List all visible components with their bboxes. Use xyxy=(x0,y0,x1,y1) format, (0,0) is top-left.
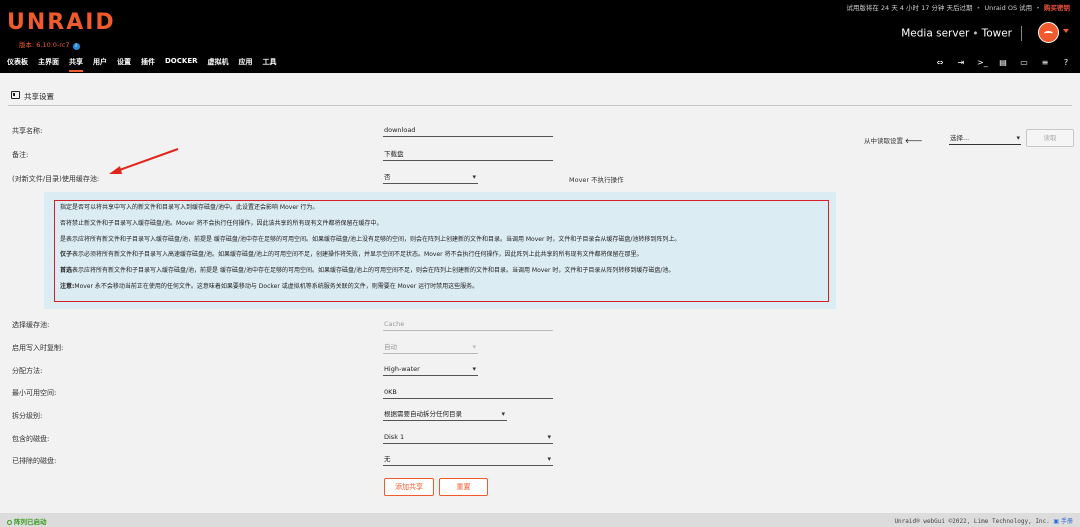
help-bold: 首选 xyxy=(60,267,73,275)
exclude-select[interactable]: 无 xyxy=(383,454,553,466)
help-bold: 仅子 xyxy=(60,251,73,259)
help-paragraph: 指定是否可以将共享中写入的新文件和目录写入到缓存磁盘/池中。此设置还会影响 Mo… xyxy=(60,204,319,211)
min-free-input[interactable]: 0KB xyxy=(383,387,553,399)
version-text: 版本: 6.10.0-rc7 xyxy=(19,41,70,49)
chevron-down-icon[interactable] xyxy=(1063,29,1069,33)
help-paragraph: 是表示应将所有新文件和子目录写入缓存磁盘/池，前提是 缓存磁盘/池中存在足够的可… xyxy=(60,235,681,243)
monitor-icon[interactable]: ▭ xyxy=(1019,58,1029,67)
nav-item-shares[interactable]: 共享 xyxy=(69,57,83,72)
list-icon[interactable]: ≡ xyxy=(1040,58,1050,67)
header: 试用版将在 24 天 4 小时 17 分钟 天后过期 • Unraid OS 试用 •… xyxy=(0,0,1080,73)
info-icon[interactable]: i xyxy=(72,43,80,50)
array-status: 阵列已启动 xyxy=(7,516,47,526)
copyright-text: Unraid® webGui ©2022, Lime Technology, I… xyxy=(894,518,1050,525)
select-cache-label: 选择缓存池: xyxy=(12,321,50,329)
help-text: Mover 永不会移动当前正在使用的任何文件。这意味着如果要移动与 Docker… xyxy=(74,282,479,290)
exclude-label: 已排除的磁盘: xyxy=(12,457,57,465)
select-cache-field: Cache xyxy=(383,319,553,331)
split-label: 拆分级别: xyxy=(12,412,43,420)
use-cache-hint: Mover 不执行操作 xyxy=(569,176,624,184)
copyright: Unraid® webGui ©2022, Lime Technology, I… xyxy=(894,516,1073,525)
cow-label: 启用写入时复制: xyxy=(12,344,64,352)
reset-button[interactable]: 重置 xyxy=(439,478,488,496)
annotation-arrow-icon xyxy=(109,148,179,174)
terminal-icon[interactable]: >_ xyxy=(977,58,988,67)
share-name-input[interactable]: download xyxy=(383,125,553,137)
nav-item-users[interactable]: 用户 xyxy=(93,57,107,72)
server-info: Media server • Tower xyxy=(901,26,1022,41)
help-bold: 注意: xyxy=(60,282,75,290)
include-select[interactable]: Disk 1 xyxy=(383,432,553,444)
trial-text: 试用版将在 24 天 4 小时 17 分钟 天后过期 xyxy=(846,4,973,12)
manual-text[interactable]: 手册 xyxy=(1061,518,1073,525)
read-settings-label: 从中读取设置 🡐 xyxy=(864,135,922,145)
server-name: Tower xyxy=(981,27,1012,40)
help-paragraph: 注意:Mover 永不会移动当前正在使用的任何文件。这意味着如果要移动与 Doc… xyxy=(60,283,823,291)
share-settings-icon xyxy=(11,91,20,99)
use-cache-label: (对新文件/目录)使用缓存池: xyxy=(12,175,100,183)
use-cache-select[interactable]: 否 xyxy=(383,172,478,184)
add-share-button[interactable]: 添加共享 xyxy=(384,478,434,496)
user-avatar[interactable] xyxy=(1038,22,1059,43)
status-circle-icon xyxy=(7,519,12,525)
main-nav: 仪表板 主界面 共享 用户 设置 插件 DOCKER 虚拟机 应用 工具 xyxy=(7,57,287,72)
help-icon[interactable]: ? xyxy=(1061,58,1071,67)
page-title: 共享设置 xyxy=(24,92,54,101)
nav-item-apps[interactable]: 应用 xyxy=(239,57,253,72)
read-settings-text: 从中读取设置 xyxy=(864,137,903,145)
terminal-split-icon[interactable]: ⇔ xyxy=(935,58,945,67)
nav-item-main[interactable]: 主界面 xyxy=(38,57,59,72)
comment-label: 备注: xyxy=(12,151,29,159)
panel-header: 共享设置 xyxy=(0,85,1080,107)
help-paragraph: 仅子表示必须将所有新文件和子目录写入高速缓存磁盘/池。如果缓存磁盘/池上的可用空… xyxy=(60,251,823,259)
os-text: Unraid OS 试用 xyxy=(984,4,1033,12)
alloc-label: 分配方法: xyxy=(12,367,43,375)
alloc-select[interactable]: High-water xyxy=(383,364,478,376)
help-paragraph: 首选表示应将所有新文件和子目录写入缓存磁盘/池，前提是 缓存磁盘/池中存在足够的… xyxy=(60,267,823,275)
nav-item-plugins[interactable]: 插件 xyxy=(141,57,155,72)
version-label: 版本: 6.10.0-rc7 i xyxy=(19,39,80,50)
help-text: 表示应将所有新文件和子目录写入缓存磁盘/池，前提是 缓存磁盘/池中存在足够的可用… xyxy=(72,267,675,275)
nav-item-dashboard[interactable]: 仪表板 xyxy=(7,57,28,72)
include-label: 包含的磁盘: xyxy=(12,435,50,443)
manual-link[interactable]: ▣ 手册 xyxy=(1053,518,1073,525)
buy-key-link[interactable]: 购买密钥 xyxy=(1044,4,1070,12)
help-text-box: 指定是否可以将共享中写入的新文件和目录写入到缓存磁盘/池中。此设置还会影响 Mo… xyxy=(54,200,829,302)
read-button[interactable]: 读取 xyxy=(1026,129,1074,147)
log-icon[interactable]: ▤ xyxy=(998,58,1008,67)
logout-icon[interactable]: ⇥ xyxy=(956,58,966,67)
nav-item-vms[interactable]: 虚拟机 xyxy=(208,57,229,72)
split-select[interactable]: 根据需要自动拆分任何目录 xyxy=(383,409,507,421)
nav-item-tools[interactable]: 工具 xyxy=(263,57,277,72)
divider xyxy=(8,105,1072,106)
unraid-logo[interactable]: UNRAID xyxy=(7,10,116,35)
footer: 阵列已启动 Unraid® webGui ©2022, Lime Technol… xyxy=(0,513,1080,527)
arrow-left-icon: 🡐 xyxy=(905,137,923,145)
min-free-label: 最小可用空间: xyxy=(12,389,57,397)
cow-select: 自动 xyxy=(383,342,478,354)
nav-item-settings[interactable]: 设置 xyxy=(117,57,131,72)
nav-item-docker[interactable]: DOCKER xyxy=(165,57,198,72)
help-paragraph: 否将禁止新文件和子目录写入缓存磁盘/池。Mover 将不会执行任何操作，因此该共… xyxy=(60,219,383,227)
server-description: Media server xyxy=(901,27,970,40)
help-text: 表示必须将所有新文件和子目录写入高速缓存磁盘/池。如果缓存磁盘/池上的可用空间不… xyxy=(72,251,643,259)
comment-input[interactable]: 下载盘 xyxy=(383,149,553,161)
array-status-text: 阵列已启动 xyxy=(14,518,47,526)
nav-icons: ⇔ ⇥ >_ ▤ ▭ ≡ ? xyxy=(935,58,1071,67)
share-name-label: 共享名称: xyxy=(12,127,43,135)
trial-notice: 试用版将在 24 天 4 小时 17 分钟 天后过期 • Unraid OS 试用 •… xyxy=(846,4,1070,12)
read-settings-select[interactable]: 选择... xyxy=(949,133,1021,145)
